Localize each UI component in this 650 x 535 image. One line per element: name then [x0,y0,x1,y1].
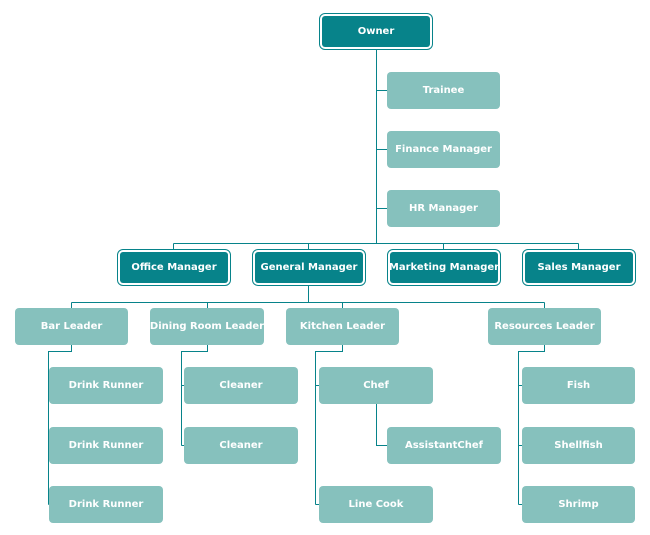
node-general-manager[interactable]: General Manager [255,252,363,283]
node-chef[interactable]: Chef [319,367,433,404]
node-resources-leader[interactable]: Resources Leader [488,308,601,345]
node-shellfish[interactable]: Shellfish [522,427,635,464]
node-drink-runner[interactable]: Drink Runner [49,367,163,404]
node-owner[interactable]: Owner [322,16,430,47]
connector-assistants [376,90,387,209]
org-chart: Owner Trainee Finance Manager HR Manager… [0,0,650,535]
node-finance-manager[interactable]: Finance Manager [387,131,500,168]
node-assistant-chef[interactable]: AssistantChef [387,427,501,464]
node-cleaner[interactable]: Cleaner [184,367,298,404]
node-cleaner[interactable]: Cleaner [184,427,298,464]
node-drink-runner[interactable]: Drink Runner [49,427,163,464]
node-line-cook[interactable]: Line Cook [319,486,433,523]
connector-managers [173,243,579,249]
connector-leaders [71,286,545,308]
node-office-manager[interactable]: Office Manager [120,252,228,283]
node-fish[interactable]: Fish [522,367,635,404]
node-dining-room-leader[interactable]: Dining Room Leader [150,308,264,345]
node-bar-leader[interactable]: Bar Leader [15,308,128,345]
node-marketing-manager[interactable]: Marketing Manager [389,252,499,283]
node-kitchen-leader[interactable]: Kitchen Leader [286,308,399,345]
node-drink-runner[interactable]: Drink Runner [49,486,163,523]
node-sales-manager[interactable]: Sales Manager [525,252,633,283]
node-shrimp[interactable]: Shrimp [522,486,635,523]
node-trainee[interactable]: Trainee [387,72,500,109]
node-hr-manager[interactable]: HR Manager [387,190,500,227]
